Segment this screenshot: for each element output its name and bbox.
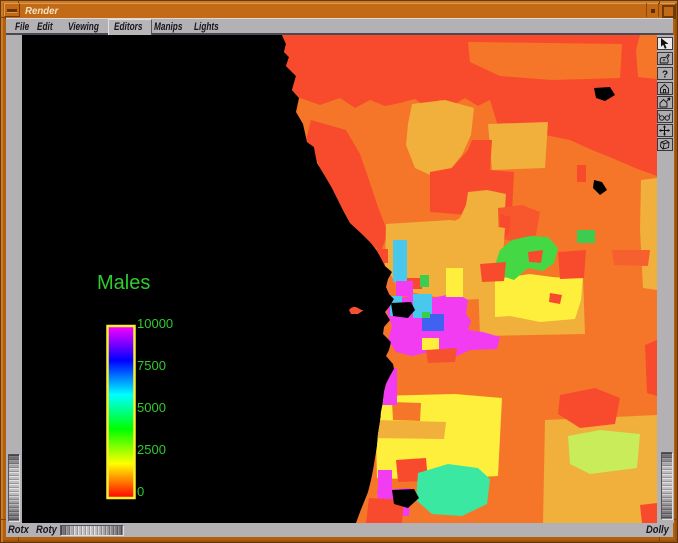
svg-text:10000: 10000: [137, 316, 173, 331]
svg-text:Males: Males: [97, 272, 150, 294]
svg-text:?: ?: [662, 70, 668, 80]
svg-text:2500: 2500: [137, 442, 166, 457]
svg-text:5000: 5000: [137, 400, 166, 415]
svg-text:0: 0: [137, 484, 144, 499]
svg-text:7500: 7500: [137, 358, 166, 373]
